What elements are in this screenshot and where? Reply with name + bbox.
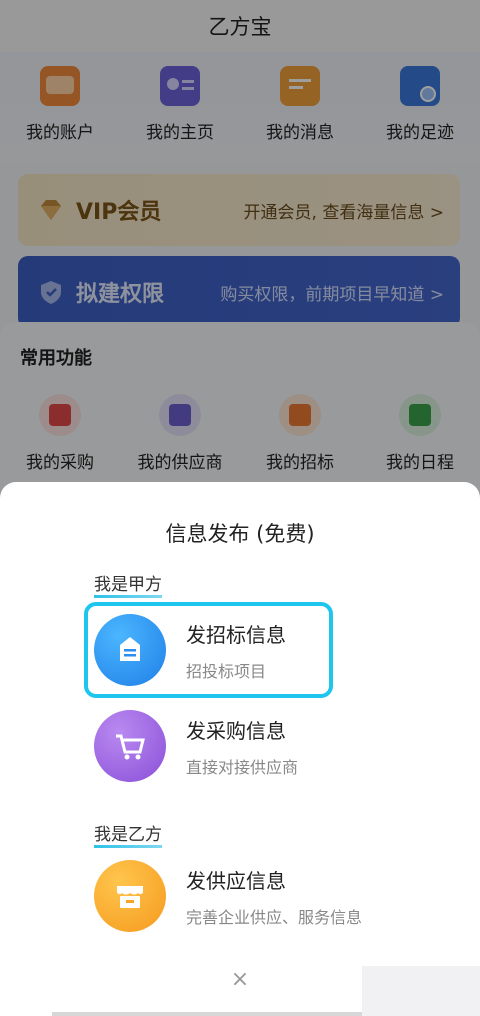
cart-icon xyxy=(94,710,166,782)
publish-bid-desc: 招投标项目 xyxy=(186,661,267,681)
publish-purchase-option[interactable]: 发采购信息 直接对接供应商 xyxy=(94,706,394,786)
close-icon[interactable]: × xyxy=(228,968,252,992)
store-icon xyxy=(94,860,166,932)
sheet-title: 信息发布 (免费) xyxy=(165,522,315,546)
publish-purchase-title: 发采购信息 xyxy=(186,718,286,743)
corner-watermark-area xyxy=(362,966,480,1016)
party-b-section-label: 我是乙方 xyxy=(94,820,162,848)
publish-sheet: 信息发布 (免费) 我是甲方 发招标信息 招投标项目 发采购信息 直接对接供应商… xyxy=(0,482,480,1016)
bid-info-icon xyxy=(94,614,166,686)
publish-supply-option[interactable]: 发供应信息 完善企业供应、服务信息 xyxy=(94,856,394,936)
publish-supply-title: 发供应信息 xyxy=(186,868,286,893)
publish-bid-title: 发招标信息 xyxy=(186,622,286,647)
bottom-nav-strip xyxy=(52,1012,362,1016)
party-a-section-label: 我是甲方 xyxy=(94,570,162,598)
publish-bid-option[interactable]: 发招标信息 招投标项目 xyxy=(94,610,394,690)
publish-purchase-desc: 直接对接供应商 xyxy=(186,757,299,777)
publish-supply-desc: 完善企业供应、服务信息 xyxy=(186,907,363,927)
